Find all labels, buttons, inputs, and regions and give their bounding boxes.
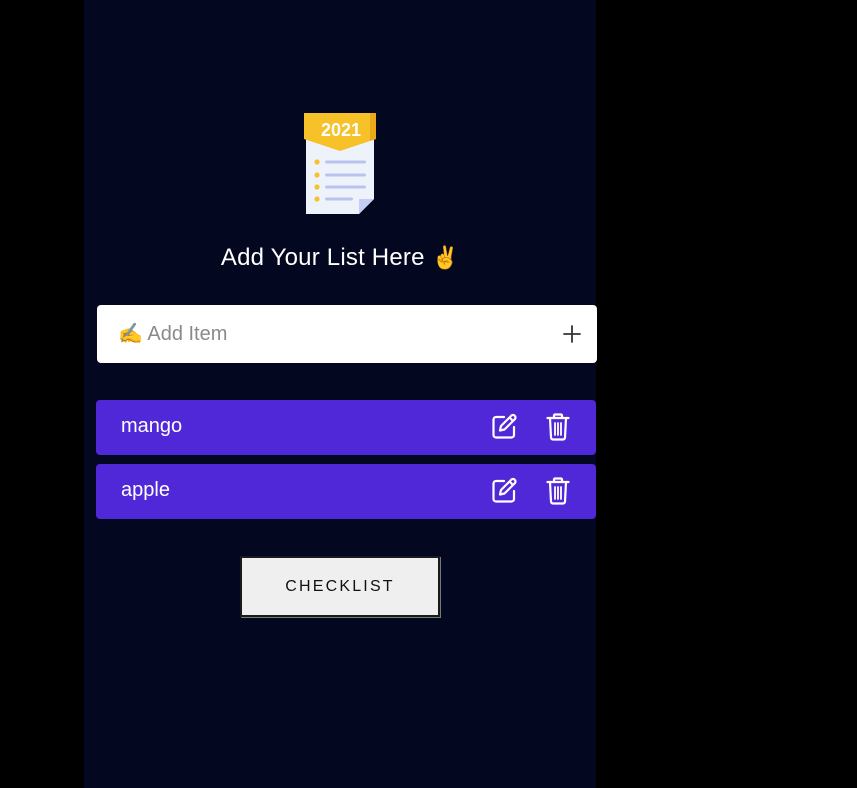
- page-title-text: Add Your List Here: [220, 244, 425, 271]
- logo-year: 2021: [321, 120, 361, 140]
- edit-icon[interactable]: [491, 477, 518, 504]
- trash-icon[interactable]: [546, 477, 570, 505]
- trash-icon[interactable]: [546, 413, 570, 441]
- checklist-button[interactable]: CHECKLIST: [240, 556, 440, 617]
- victory-hand-icon: ✌: [431, 246, 460, 271]
- add-item-form: [97, 305, 597, 363]
- todo-app: 2021 Add Your List Here ✌ mango: [84, 0, 597, 788]
- item-list: mango apple: [96, 400, 596, 528]
- list-item-label: apple: [121, 479, 170, 501]
- list-item: apple: [96, 464, 596, 519]
- list-item: mango: [96, 400, 596, 455]
- add-item-input[interactable]: [97, 305, 537, 363]
- edit-icon[interactable]: [491, 413, 518, 440]
- list-item-label: mango: [121, 415, 183, 437]
- page-title: Add Your List Here ✌: [84, 244, 596, 272]
- plus-icon[interactable]: [561, 323, 583, 345]
- checklist-2021-icon: 2021: [304, 113, 376, 214]
